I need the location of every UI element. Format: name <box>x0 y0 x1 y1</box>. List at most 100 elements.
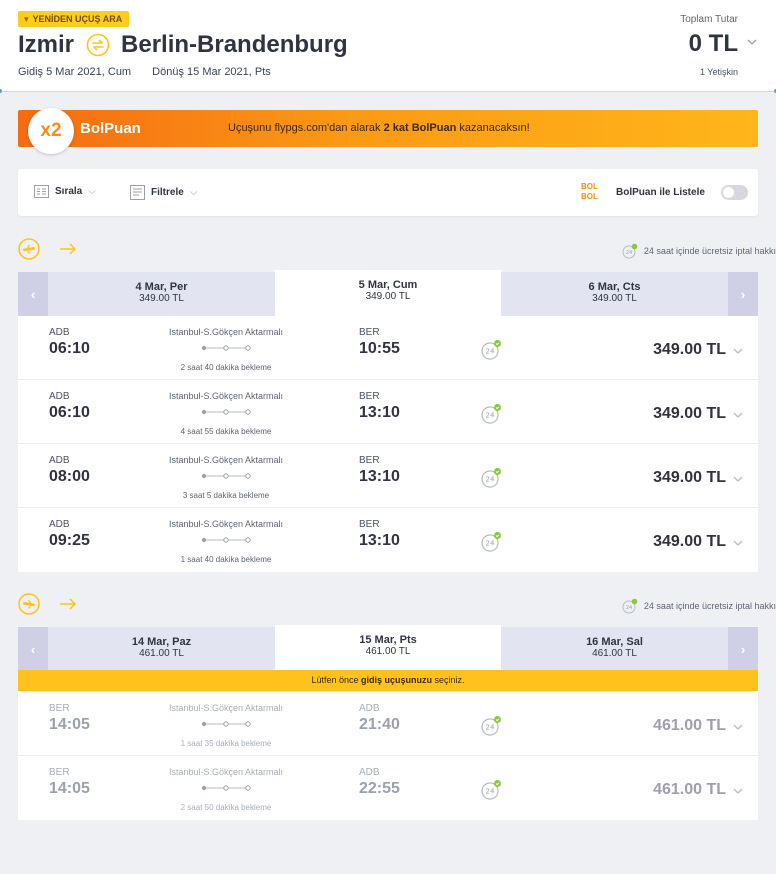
search-summary-header: ▾ YENİDEN UÇUŞ ARA Izmir Berlin-Brandenb… <box>0 0 776 93</box>
svg-text:24: 24 <box>486 348 495 356</box>
connection-line-icon <box>201 721 251 727</box>
svg-text:24: 24 <box>626 250 632 256</box>
chevron-down-icon: ⌵ <box>189 187 198 198</box>
connection-line-icon <box>201 473 251 479</box>
prev-day-button[interactable]: ‹ <box>18 627 48 671</box>
departure-airport-code: ADB <box>49 327 70 338</box>
next-day-button[interactable]: › <box>728 627 758 671</box>
day-tab[interactable]: 6 Mar, Cts 349.00 TL <box>501 272 728 316</box>
flight-row[interactable]: ADB 06:10 Istanbul-S.Gökçen Aktarmalı 2 saa… <box>18 316 758 380</box>
search-again-button[interactable]: ▾ YENİDEN UÇUŞ ARA <box>18 11 130 27</box>
prev-day-button[interactable]: ‹ <box>18 272 48 316</box>
flight-price[interactable]: 349.00 TL <box>653 533 726 551</box>
day-tab-price: 349.00 TL <box>139 293 184 304</box>
divider-dot <box>0 89 2 93</box>
departure-airport-code: ADB <box>49 391 70 402</box>
chevron-down-icon[interactable] <box>733 787 743 795</box>
day-tab-selected[interactable]: 15 Mar, Pts 461.00 TL <box>275 625 501 671</box>
toggle-knob <box>723 187 734 198</box>
connection-airport: Istanbul-S.Gökçen Aktarmalı <box>168 455 284 465</box>
flight-row[interactable]: ADB 09:25 Istanbul-S.Gökçen Aktarmalı 1 saa… <box>18 508 758 572</box>
connection-line-icon <box>201 409 251 415</box>
sort-button[interactable]: Sırala ⌵ <box>34 185 96 198</box>
free-cancel-note: 24 24 saat içinde ücretsiz iptal hakkı <box>622 598 776 614</box>
day-tab[interactable]: 16 Mar, Sal 461.00 TL <box>501 627 728 671</box>
flight-price[interactable]: 349.00 TL <box>653 405 726 423</box>
free-cancel-24-icon: 24 <box>622 243 638 259</box>
departure-time: 08:00 <box>49 468 90 485</box>
flight-price[interactable]: 349.00 TL <box>653 469 726 487</box>
flight-row[interactable]: BER 14:05 Istanbul-S.Gökçen Aktarmalı 1 saa… <box>18 692 758 756</box>
day-tab-date: 15 Mar, Pts <box>359 634 417 646</box>
svg-text:24: 24 <box>486 412 495 420</box>
bolpuan-list-label: BolPuan ile Listele <box>616 187 705 198</box>
arrival-time: 13:10 <box>359 404 400 421</box>
flight-price[interactable]: 461.00 TL <box>653 717 726 735</box>
sort-icon <box>34 185 49 198</box>
connection-airport: Istanbul-S.Gökçen Aktarmalı <box>168 703 284 713</box>
next-day-button[interactable]: › <box>728 272 758 316</box>
flight-row[interactable]: ADB 06:10 Istanbul-S.Gökçen Aktarmalı 4 saa… <box>18 380 758 444</box>
free-cancel-note: 24 24 saat içinde ücretsiz iptal hakkı <box>622 243 776 259</box>
passenger-count: 1 Yetişkin <box>699 67 738 77</box>
promo-text-bold: 2 kat BolPuan <box>383 122 457 134</box>
departure-airport-code: BER <box>49 767 70 778</box>
arrival-airport-code: ADB <box>359 703 380 714</box>
day-tab-price: 461.00 TL <box>139 648 184 659</box>
chevron-down-icon[interactable] <box>733 475 743 483</box>
bolpuan-list-toggle[interactable] <box>721 185 748 200</box>
warning-text-bold: gidiş uçuşunuzu <box>361 675 433 685</box>
promo-message: Uçuşunu flypgs.com'dan alarak 2 kat BolP… <box>228 122 530 134</box>
day-tab[interactable]: 14 Mar, Paz 461.00 TL <box>48 627 275 671</box>
warning-text-part: Lütfen önce <box>311 675 362 685</box>
day-tab[interactable]: 4 Mar, Per 349.00 TL <box>48 272 275 316</box>
day-tab-selected[interactable]: 5 Mar, Cum 349.00 TL <box>275 270 501 316</box>
svg-text:24: 24 <box>486 476 495 484</box>
day-tab-date: 14 Mar, Paz <box>131 636 192 648</box>
filter-icon <box>130 185 145 200</box>
departure-time: 06:10 <box>49 340 90 357</box>
chevron-down-icon[interactable] <box>733 539 743 547</box>
departure-time: 09:25 <box>49 532 90 549</box>
trip-dates: Gidiş 5 Mar 2021, Cum Dönüş 15 Mar 2021,… <box>18 66 289 78</box>
layover-duration: 1 saat 35 dakika bekleme <box>180 739 272 748</box>
chevron-down-icon[interactable] <box>733 411 743 419</box>
connection-airport: Istanbul-S.Gökçen Aktarmalı <box>168 327 284 337</box>
warning-text-part: seçiniz. <box>432 675 465 685</box>
promo-brand: BolPuan <box>80 120 141 137</box>
free-cancel-24-icon: 24 <box>481 780 501 800</box>
arrival-time: 22:55 <box>359 780 400 797</box>
plane-takeoff-icon <box>18 238 40 260</box>
promo-multiplier-badge: x2 <box>28 108 74 154</box>
arrival-time: 13:10 <box>359 532 400 549</box>
day-tab-date: 6 Mar, Cts <box>588 281 641 293</box>
chevron-down-icon[interactable] <box>746 36 758 48</box>
flight-row[interactable]: ADB 08:00 Istanbul-S.Gökçen Aktarmalı 3 saa… <box>18 444 758 508</box>
flight-price[interactable]: 349.00 TL <box>653 341 726 359</box>
arrow-right-icon <box>60 243 77 255</box>
total-price[interactable]: 0 TL <box>689 30 738 58</box>
free-cancel-24-icon: 24 <box>481 404 501 424</box>
free-cancel-24-icon: 24 <box>481 532 501 552</box>
layover-duration: 1 saat 40 dakika bekleme <box>180 555 272 564</box>
select-outbound-warning: Lütfen önce gidiş uçuşunuzu seçiniz. <box>18 670 758 691</box>
bolpuan-promo-banner: x2 BolPuan Uçuşunu flypgs.com'dan alarak… <box>18 108 758 154</box>
free-cancel-24-icon: 24 <box>481 716 501 736</box>
plane-landing-icon <box>18 593 40 615</box>
chevron-down-icon[interactable] <box>733 723 743 731</box>
free-cancel-24-icon: 24 <box>481 468 501 488</box>
chevron-down-icon[interactable] <box>733 347 743 355</box>
flight-row[interactable]: BER 14:05 Istanbul-S.Gökçen Aktarmalı 2 saa… <box>18 756 758 820</box>
svg-text:24: 24 <box>486 724 495 732</box>
layover-duration: 3 saat 5 dakika bekleme <box>182 491 270 500</box>
arrival-airport-code: ADB <box>359 767 380 778</box>
connection-airport: Istanbul-S.Gökçen Aktarmalı <box>168 519 284 529</box>
sort-label: Sırala <box>55 186 83 197</box>
results-toolbar: Sırala ⌵ Filtrele ⌵ BOL BOL BolPuan ile … <box>18 169 758 216</box>
free-cancel-24-icon: 24 <box>622 598 638 614</box>
flight-price[interactable]: 461.00 TL <box>653 781 726 799</box>
departure-time: 14:05 <box>49 716 90 733</box>
origin-city: Izmir <box>18 31 75 58</box>
filter-button[interactable]: Filtrele ⌵ <box>130 185 197 200</box>
layover-duration: 4 saat 55 dakika bekleme <box>180 427 272 436</box>
